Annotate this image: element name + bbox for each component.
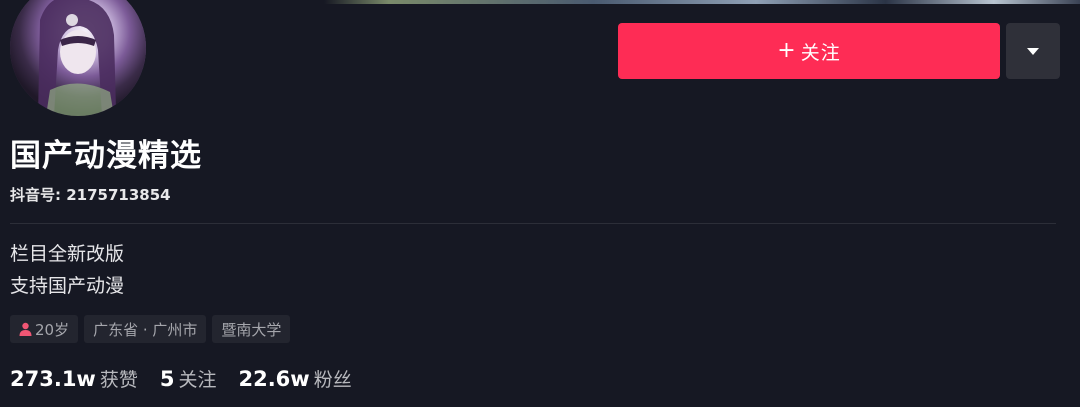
douyin-id: 抖音号: 2175713854 [10,186,171,204]
caret-down-icon [1027,47,1039,55]
followers-stat[interactable]: 22.6w 粉丝 [238,362,351,397]
followers-label: 粉丝 [313,369,352,391]
likes-count: 273.1w [10,367,96,391]
school-tag: 暨南大学 [212,315,291,343]
bio-line: 支持国产动漫 [10,275,125,297]
age-label: 20岁 [35,320,70,339]
cover-banner [0,0,1080,4]
profile-tags: 20岁 广东省 · 广州市 暨南大学 [10,315,291,343]
more-options-button[interactable] [1006,23,1060,79]
avatar[interactable] [10,0,146,116]
bio: 栏目全新改版 支持国产动漫 [10,238,124,302]
follow-button[interactable]: + 关注 [618,23,1000,79]
person-icon [19,322,32,336]
following-label: 关注 [178,369,217,391]
profile-stats: 273.1w 获赞 5 关注 22.6w 粉丝 [10,362,352,397]
plus-icon: + [777,38,797,63]
school-label: 暨南大学 [221,320,282,339]
divider [10,223,1056,224]
bio-line: 栏目全新改版 [10,243,125,265]
avatar-image [10,0,146,116]
follow-label: 关注 [800,41,841,64]
followers-count: 22.6w [238,367,310,391]
following-stat[interactable]: 5 关注 [160,362,217,397]
profile-page: + 关注 国产动漫精选 抖音号: 2175713854 栏目全新改版 支持国产动… [0,0,1080,407]
location-tag: 广东省 · 广州市 [84,315,207,343]
profile-name: 国产动漫精选 [10,138,202,174]
likes-stat: 273.1w 获赞 [10,362,138,397]
location-label: 广东省 · 广州市 [93,320,198,339]
likes-label: 获赞 [99,369,138,391]
following-count: 5 [159,367,175,391]
age-tag: 20岁 [10,315,79,343]
